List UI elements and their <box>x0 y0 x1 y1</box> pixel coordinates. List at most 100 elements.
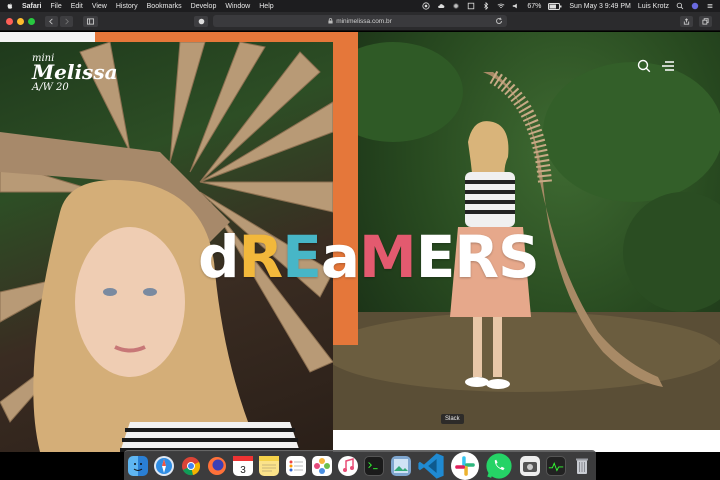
siri-icon[interactable] <box>691 2 699 10</box>
dock-activity-monitor[interactable] <box>545 455 566 476</box>
screen: Safari File Edit View History Bookmarks … <box>0 0 720 480</box>
headline-letter: d <box>198 223 240 291</box>
web-page: mini Melissa A/W 20 dREaMERS <box>0 32 720 452</box>
minimize-window-button[interactable] <box>17 17 24 25</box>
privacy-report-button[interactable] <box>194 16 208 27</box>
headline-letter: M <box>358 223 417 291</box>
headline-letter: E <box>282 223 322 291</box>
chrome-icon <box>181 456 200 475</box>
menu-view[interactable]: View <box>92 3 107 10</box>
apple-icon[interactable] <box>6 2 14 10</box>
menubar-clock[interactable]: Sun May 3 9:49 PM <box>569 3 630 10</box>
battery-icon[interactable] <box>548 2 562 10</box>
dock-chrome[interactable] <box>181 456 201 476</box>
dock-terminal[interactable] <box>364 455 385 476</box>
volume-icon[interactable] <box>512 2 520 10</box>
site-nav <box>637 59 675 73</box>
preview-icon <box>393 458 408 473</box>
menu-bookmarks[interactable]: Bookmarks <box>147 3 182 10</box>
back-button[interactable] <box>45 15 58 27</box>
reminders-icon <box>289 460 303 471</box>
menu-edit[interactable]: Edit <box>71 3 83 10</box>
dock-screenshot[interactable] <box>519 455 540 476</box>
chevron-right-icon <box>65 18 69 24</box>
zoom-window-button[interactable] <box>28 17 35 25</box>
dock-finder[interactable] <box>128 455 148 476</box>
firefox-icon <box>207 456 226 475</box>
record-icon[interactable] <box>422 2 430 10</box>
dock-reminders[interactable] <box>285 455 306 476</box>
cloud-icon[interactable] <box>437 2 445 10</box>
terminal-icon <box>368 461 378 469</box>
sidebar-icon <box>87 17 94 25</box>
dock-firefox[interactable] <box>207 456 227 476</box>
dock-tooltip: Slack <box>441 414 464 424</box>
sidebar-button[interactable] <box>83 15 98 27</box>
trash-icon <box>576 458 588 474</box>
dock-calendar[interactable]: 3 <box>233 455 253 476</box>
menu-bar: Safari File Edit View History Bookmarks … <box>0 0 720 12</box>
headline-letter: S <box>497 223 540 291</box>
brand-logo[interactable]: mini Melissa A/W 20 <box>32 54 118 93</box>
whatsapp-icon <box>486 452 512 479</box>
tab-overview-button[interactable] <box>699 16 712 27</box>
share-icon <box>683 18 690 25</box>
notes-icon <box>259 455 280 471</box>
forward-button[interactable] <box>60 15 73 27</box>
dock: 3 <box>124 450 596 480</box>
menu-icon[interactable] <box>661 59 675 73</box>
search-icon[interactable] <box>637 59 651 73</box>
tabs-icon <box>702 18 709 25</box>
finder-icon <box>133 462 143 471</box>
camera-icon <box>522 461 537 472</box>
brand-season: A/W 20 <box>32 82 69 93</box>
share-button[interactable] <box>680 16 693 27</box>
window-controls <box>6 17 35 25</box>
wifi-icon[interactable] <box>497 2 505 10</box>
dock-notes[interactable] <box>259 455 280 476</box>
dock-safari[interactable] <box>154 455 175 476</box>
vscode-icon <box>418 452 444 479</box>
address-bar[interactable]: minimelissa.com.br <box>213 15 507 27</box>
menu-history[interactable]: History <box>116 3 138 10</box>
headline-letter: R <box>454 223 499 291</box>
reload-icon[interactable] <box>495 17 503 25</box>
dock-trash[interactable] <box>572 456 592 476</box>
brand-line-2: Melissa <box>32 60 118 84</box>
url-text: minimelissa.com.br <box>336 17 392 25</box>
headline-letter: a <box>320 223 360 291</box>
dock-music[interactable] <box>338 455 358 476</box>
dock-photos[interactable] <box>311 455 332 476</box>
menu-develop[interactable]: Develop <box>191 3 217 10</box>
bluetooth-icon[interactable] <box>482 2 490 10</box>
search-icon[interactable] <box>676 2 684 10</box>
photos-flower-icon <box>313 457 330 474</box>
shield-icon <box>198 18 204 25</box>
chevron-left-icon <box>49 18 53 24</box>
lock-icon <box>328 18 333 24</box>
dock-slack[interactable] <box>451 451 479 480</box>
menu-window[interactable]: Window <box>225 3 250 10</box>
dock-vscode[interactable] <box>417 452 445 480</box>
svg-text:3: 3 <box>240 465 246 476</box>
headline-letter: E <box>415 223 456 291</box>
battery-percent: 67% <box>527 2 542 10</box>
slack-icon <box>455 455 475 476</box>
menubar-user[interactable]: Luis Krotz <box>638 3 669 10</box>
safari-compass-icon <box>156 457 173 474</box>
dock-whatsapp[interactable] <box>485 452 513 480</box>
calendar-icon: 3 <box>233 455 253 476</box>
menu-help[interactable]: Help <box>259 3 273 10</box>
menu-safari[interactable]: Safari <box>22 3 41 10</box>
activity-graph-icon <box>548 461 563 472</box>
browser-toolbar: minimelissa.com.br <box>0 12 720 31</box>
grid-icon[interactable] <box>467 2 475 10</box>
content-strip <box>333 430 720 452</box>
menu-file[interactable]: File <box>50 3 61 10</box>
notification-center-icon[interactable] <box>706 2 714 10</box>
music-note-icon <box>343 457 354 472</box>
slack-status-icon[interactable] <box>452 2 460 10</box>
hero-headline: dREaMERS <box>198 223 540 291</box>
dock-preview[interactable] <box>390 455 411 476</box>
close-window-button[interactable] <box>6 17 13 25</box>
